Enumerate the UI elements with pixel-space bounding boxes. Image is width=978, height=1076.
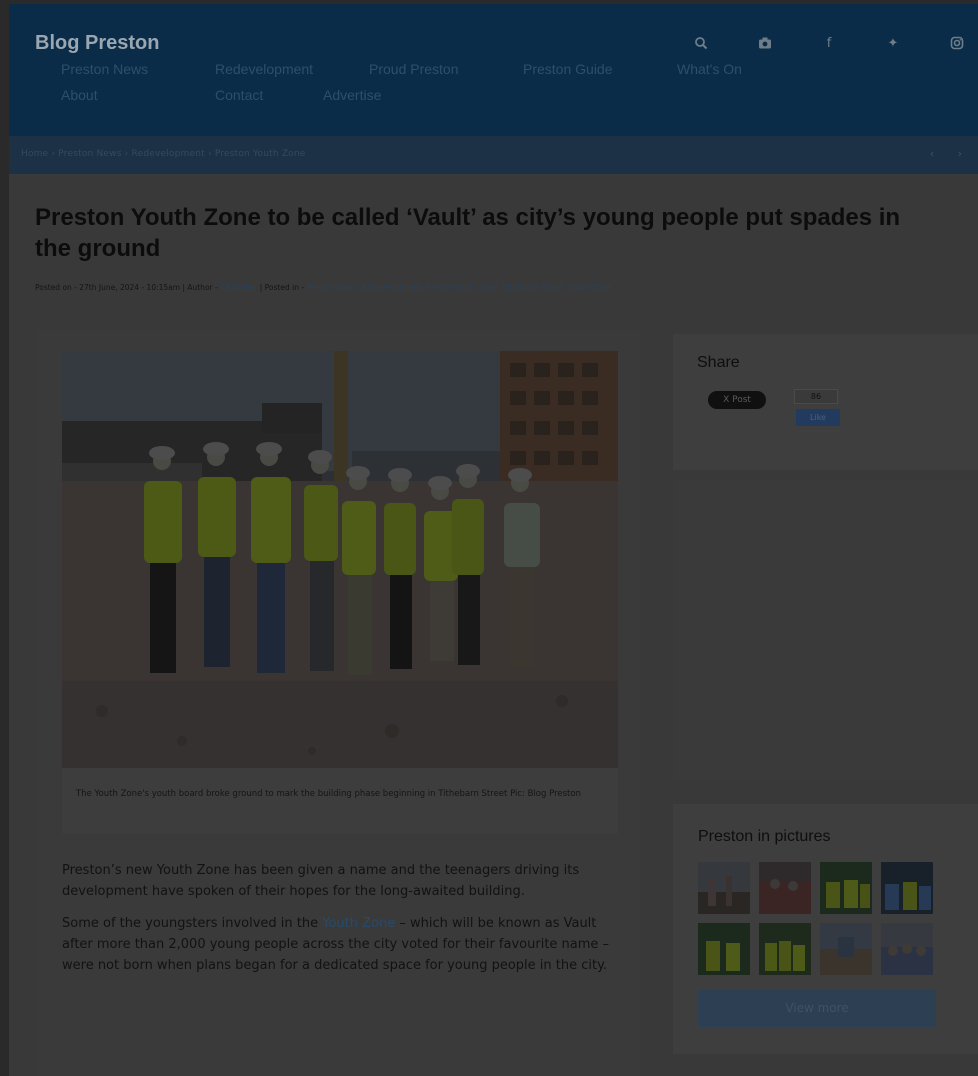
gallery-thumbnail[interactable] bbox=[820, 923, 872, 975]
nav-advertise[interactable]: Advertise bbox=[297, 86, 451, 104]
article-paragraph: Some of the youngsters involved in the Y… bbox=[62, 913, 622, 976]
photo-caption: The Youth Zone's youth board broke groun… bbox=[62, 768, 618, 834]
camera-icon[interactable] bbox=[733, 36, 797, 51]
main-nav: Preston News Redevelopment Proud Preston… bbox=[35, 60, 855, 104]
twitter-icon[interactable]: ✦ bbox=[861, 36, 925, 51]
meta-categories-link[interactable]: Preston News, Redevelopment, Preston You… bbox=[306, 283, 610, 292]
nav-about[interactable]: About bbox=[35, 86, 189, 104]
breadcrumb[interactable]: Home › Preston News › Redevelopment › Pr… bbox=[21, 149, 306, 159]
nav-whats-on[interactable]: What's On bbox=[651, 60, 805, 78]
gallery-thumbnail[interactable] bbox=[698, 862, 750, 914]
gallery-thumbnail[interactable] bbox=[759, 862, 811, 914]
gallery-thumbnail[interactable] bbox=[881, 923, 933, 975]
instagram-icon[interactable] bbox=[925, 36, 978, 51]
meta-posted-in: | Posted in - bbox=[259, 283, 305, 292]
breadcrumb-arrows[interactable]: ‹ › bbox=[930, 147, 972, 160]
meta-author-link[interactable]: Ed Walker bbox=[220, 283, 257, 292]
search-icon[interactable] bbox=[669, 36, 733, 51]
paragraph-text: Some of the youngsters involved in the bbox=[62, 916, 323, 931]
gallery-thumbnail[interactable] bbox=[698, 923, 750, 975]
x-post-button[interactable]: X Post bbox=[708, 391, 766, 409]
site-logo[interactable]: Blog Preston bbox=[35, 32, 159, 55]
article-photo bbox=[62, 351, 618, 768]
pictures-widget: Preston in pictures View more bbox=[673, 804, 978, 1054]
pictures-title: Preston in pictures bbox=[698, 828, 831, 845]
nav-preston-guide[interactable]: Preston Guide bbox=[497, 60, 651, 78]
breadcrumb-bar: Home › Preston News › Redevelopment › Pr… bbox=[9, 136, 978, 174]
advert-slot bbox=[673, 480, 978, 780]
gallery-thumbnail[interactable] bbox=[759, 923, 811, 975]
site-header: Blog Preston Preston News Redevelopment … bbox=[9, 4, 978, 136]
gallery-thumbnail[interactable] bbox=[820, 862, 872, 914]
article-body: Preston’s new Youth Zone has been given … bbox=[62, 860, 622, 987]
share-widget: Share X Post 86 Like bbox=[673, 334, 978, 470]
facebook-like-button[interactable]: Like bbox=[796, 409, 840, 426]
gallery-thumbnail[interactable] bbox=[881, 862, 933, 914]
nav-proud-preston[interactable]: Proud Preston bbox=[343, 60, 497, 78]
pictures-grid bbox=[698, 862, 938, 975]
youth-zone-link[interactable]: Youth Zone bbox=[322, 916, 395, 931]
header-icons: f ✦ bbox=[669, 36, 978, 51]
facebook-icon[interactable]: f bbox=[797, 36, 861, 51]
page: Blog Preston Preston News Redevelopment … bbox=[9, 4, 978, 1076]
nav-preston-news[interactable]: Preston News bbox=[35, 60, 189, 78]
share-title: Share bbox=[697, 354, 740, 371]
article-title: Preston Youth Zone to be called ‘Vault’ … bbox=[35, 204, 901, 262]
article-meta: Posted on - 27th June, 2024 - 10:15am | … bbox=[35, 283, 611, 292]
article-card: The Youth Zone's youth board broke groun… bbox=[35, 330, 640, 1076]
nav-redevelopment[interactable]: Redevelopment bbox=[189, 60, 343, 78]
meta-posted: Posted on - 27th June, 2024 - 10:15am | … bbox=[35, 283, 218, 292]
nav-contact[interactable]: Contact bbox=[189, 86, 297, 104]
article-paragraph: Preston’s new Youth Zone has been given … bbox=[62, 863, 580, 899]
facebook-like-count: 86 bbox=[794, 389, 838, 404]
view-more-button[interactable]: View more bbox=[698, 989, 936, 1027]
